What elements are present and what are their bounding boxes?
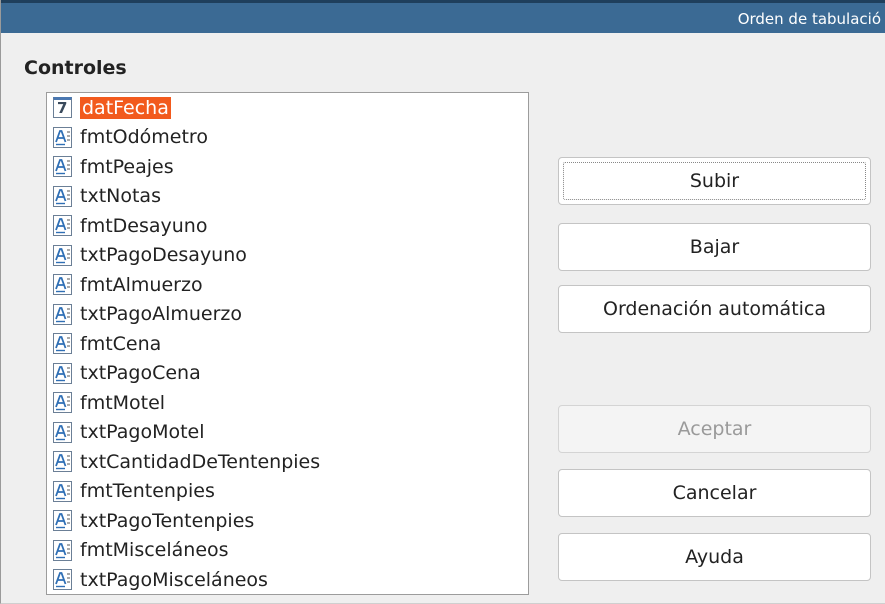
text-field-icon — [53, 274, 72, 296]
text-field-icon — [53, 333, 72, 355]
title-bar[interactable]: Orden de tabulació — [1, 0, 885, 33]
text-field-icon — [53, 392, 72, 414]
text-field-icon — [53, 451, 72, 473]
text-field-icon — [53, 215, 72, 237]
list-item[interactable]: txtPagoAlmuerzo — [47, 300, 528, 330]
list-item[interactable]: fmtCena — [47, 329, 528, 359]
list-item-label: txtCantidadDeTentenpies — [80, 450, 321, 473]
list-item-label: fmtCena — [80, 332, 162, 355]
text-field-icon — [53, 244, 72, 266]
list-item-label: fmtPeajes — [80, 155, 174, 178]
window-title: Orden de tabulació — [737, 10, 881, 28]
move-up-button[interactable]: Subir — [558, 157, 871, 205]
list-item[interactable]: fmtAlmuerzo — [47, 270, 528, 300]
list-item[interactable]: txtPagoMotel — [47, 418, 528, 448]
list-item-label: fmtAlmuerzo — [80, 273, 203, 296]
list-item[interactable]: fmtMisceláneos — [47, 536, 528, 566]
list-item[interactable]: fmtOdómetro — [47, 123, 528, 153]
text-field-icon — [53, 126, 72, 148]
list-item-label: txtPagoAlmuerzo — [80, 303, 243, 326]
controls-heading: Controles — [24, 57, 127, 79]
text-field-icon — [53, 362, 72, 384]
date-field-icon: 7 — [53, 97, 72, 119]
list-item-label: txtPagoMisceláneos — [80, 568, 268, 591]
list-item[interactable]: txtCantidadDeTentenpies — [47, 447, 528, 477]
ok-button[interactable]: Aceptar — [558, 405, 871, 453]
list-item[interactable]: fmtDesayuno — [47, 211, 528, 241]
list-item-label: txtPagoMotel — [80, 421, 205, 444]
list-item-label: txtPagoCena — [80, 362, 201, 385]
tab-order-dialog: Orden de tabulació Controles 7 datFecha fm… — [0, 0, 885, 604]
list-item[interactable]: 7 datFecha — [47, 93, 528, 123]
list-item-label: datFecha — [80, 96, 171, 119]
move-down-button[interactable]: Bajar — [558, 223, 871, 271]
controls-list[interactable]: 7 datFecha fmtOdómetro fmtPeajes txtNotas fmt… — [46, 92, 529, 595]
list-item-label: fmtMisceláneos — [80, 539, 229, 562]
list-item-label: fmtDesayuno — [80, 214, 208, 237]
list-item-label: fmtOdómetro — [80, 126, 208, 149]
text-field-icon — [53, 539, 72, 561]
text-field-icon — [53, 569, 72, 591]
text-field-icon — [53, 156, 72, 178]
list-item-label: txtPagoDesayuno — [80, 244, 247, 267]
text-field-icon — [53, 480, 72, 502]
list-item-label: fmtTentenpies — [80, 480, 215, 503]
text-field-icon — [53, 303, 72, 325]
text-field-icon — [53, 510, 72, 532]
list-item[interactable]: txtPagoTentenpies — [47, 506, 528, 536]
text-field-icon — [53, 185, 72, 207]
list-item[interactable]: txtPagoCena — [47, 359, 528, 389]
list-item[interactable]: txtNotas — [47, 182, 528, 212]
list-item[interactable]: txtPagoMisceláneos — [47, 565, 528, 595]
list-item[interactable]: fmtTentenpies — [47, 477, 528, 507]
list-item[interactable]: fmtMotel — [47, 388, 528, 418]
help-button[interactable]: Ayuda — [558, 533, 871, 581]
text-field-icon — [53, 421, 72, 443]
list-item[interactable]: txtPagoDesayuno — [47, 241, 528, 271]
cancel-button[interactable]: Cancelar — [558, 469, 871, 517]
auto-order-button[interactable]: Ordenación automática — [558, 285, 871, 333]
list-item-label: fmtMotel — [80, 391, 166, 414]
list-item-label: txtNotas — [80, 185, 161, 208]
list-item[interactable]: fmtPeajes — [47, 152, 528, 182]
list-item-label: txtPagoTentenpies — [80, 509, 255, 532]
